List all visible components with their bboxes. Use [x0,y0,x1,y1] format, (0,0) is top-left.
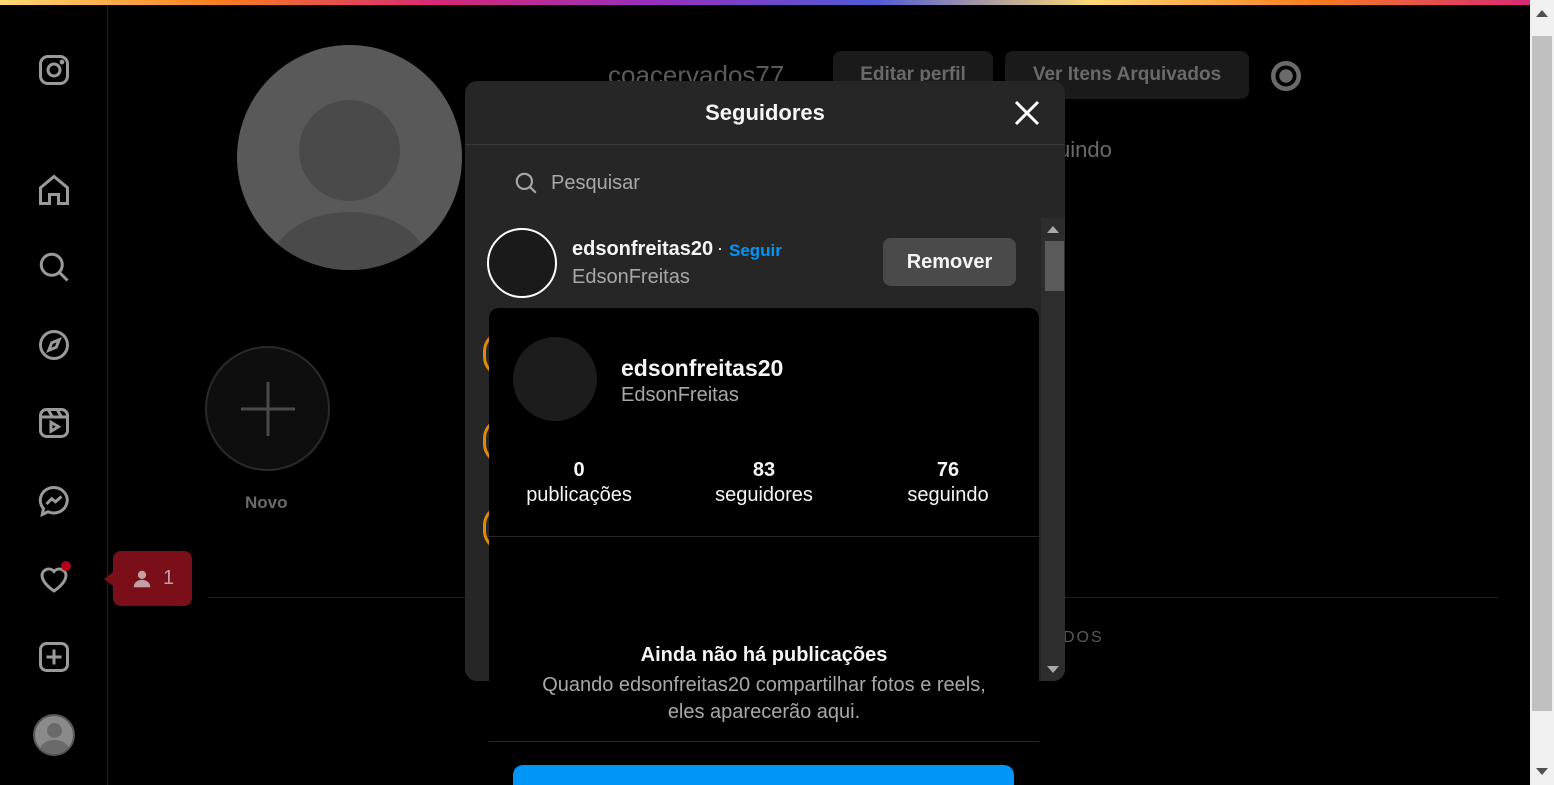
stat-following: 76 seguindo [868,459,1028,507]
empty-posts-line-2: eles aparecerão aqui. [667,701,861,723]
scroll-up-arrow-icon[interactable] [1047,226,1059,233]
notification-dot [61,561,71,571]
search-bar [513,167,1013,199]
follower-username[interactable]: edsonfreitas20 [572,238,713,261]
stat-posts: 0 publicações [499,459,659,507]
remove-follower-button[interactable]: Remover [883,238,1016,286]
hover-card-divider [489,741,1039,742]
scrollbar-thumb[interactable] [1045,241,1064,291]
window-scrollbar[interactable] [1530,0,1554,785]
new-highlight-label: Novo [245,493,288,512]
search-input[interactable] [551,171,971,195]
stat-following-label: seguindo [907,484,989,506]
modal-title: Seguidores [705,99,825,125]
sidebar [0,5,108,785]
scroll-down-arrow-icon[interactable] [1047,666,1059,673]
explore-compass-icon[interactable] [34,325,74,365]
window-scroll-up-icon[interactable] [1536,10,1548,17]
window-scrollbar-thumb[interactable] [1532,36,1552,711]
separator-dot: · [717,238,723,258]
plus-icon [240,381,295,436]
profile-picture[interactable] [237,45,462,270]
notifications-heart-icon[interactable] [34,559,74,599]
instagram-logo-icon[interactable] [34,50,74,90]
create-post-icon[interactable] [34,637,74,677]
hover-card-action-button[interactable] [513,765,1014,785]
empty-posts-title: Ainda não há publicações [640,644,888,666]
hover-card-full-name: EdsonFreitas [621,384,739,406]
tab-partial-label[interactable]: DOS [1063,629,1104,647]
follower-full-name: EdsonFreitas [572,266,690,288]
stat-followers-label: seguidores [715,484,813,506]
stat-following-value: 76 [936,459,960,481]
following-count-partial[interactable]: uindo [1058,137,1112,163]
settings-gear-icon[interactable] [1268,58,1304,94]
empty-posts-line-1: Quando edsonfreitas20 compartilhar fotos… [542,674,986,696]
messenger-icon[interactable] [34,481,74,521]
hover-card-username[interactable]: edsonfreitas20 [621,355,783,382]
profile-avatar-icon[interactable] [33,714,75,756]
reels-icon[interactable] [34,403,74,443]
hover-card-avatar[interactable] [513,337,597,421]
follower-avatar[interactable] [487,228,557,298]
follow-link[interactable]: Seguir [729,241,782,261]
home-icon[interactable] [34,170,74,210]
profile-hover-card: edsonfreitas20 EdsonFreitas 0 publicaçõe… [489,308,1039,785]
modal-header: Seguidores [465,81,1065,145]
new-highlight-button[interactable] [205,346,330,471]
follower-list-item[interactable]: edsonfreitas20 · Seguir EdsonFreitas Rem… [485,226,1025,300]
stat-posts-label: publicações [526,484,632,506]
search-icon [515,172,537,194]
hover-card-divider [489,536,1039,537]
modal-scrollbar[interactable] [1041,218,1065,681]
search-icon[interactable] [34,247,74,287]
empty-posts-message: Quando edsonfreitas20 compartilhar fotos… [489,672,1039,726]
stat-followers-value: 83 [752,459,776,481]
stat-followers: 83 seguidores [684,459,844,507]
stat-posts-value: 0 [573,459,585,481]
window-scroll-down-icon[interactable] [1536,768,1548,775]
close-icon[interactable] [1011,97,1043,129]
